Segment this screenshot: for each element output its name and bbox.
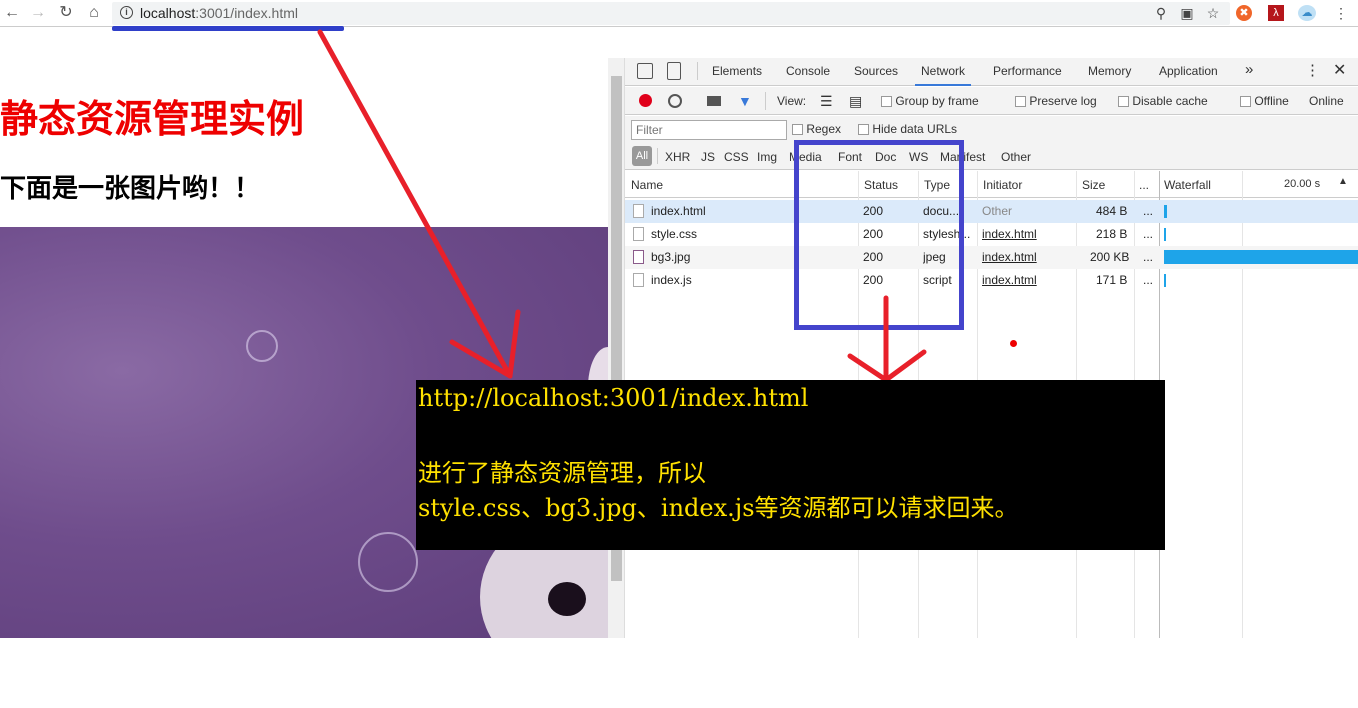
arrow-head — [847, 353, 889, 383]
note-line-3: style.css、bg3.jpg、index.js等资源都可以请求回来。 — [418, 494, 1019, 522]
annotation-note: http://localhost:3001/index.html 进行了静态资源… — [416, 380, 1165, 550]
arrow-line — [317, 29, 513, 379]
annotation-arrows — [317, 29, 927, 383]
note-line-2: 进行了静态资源管理，所以 — [418, 459, 706, 487]
arrow-head — [507, 309, 521, 379]
arrow-head — [883, 349, 927, 383]
note-url: http://localhost:3001/index.html — [418, 384, 809, 412]
